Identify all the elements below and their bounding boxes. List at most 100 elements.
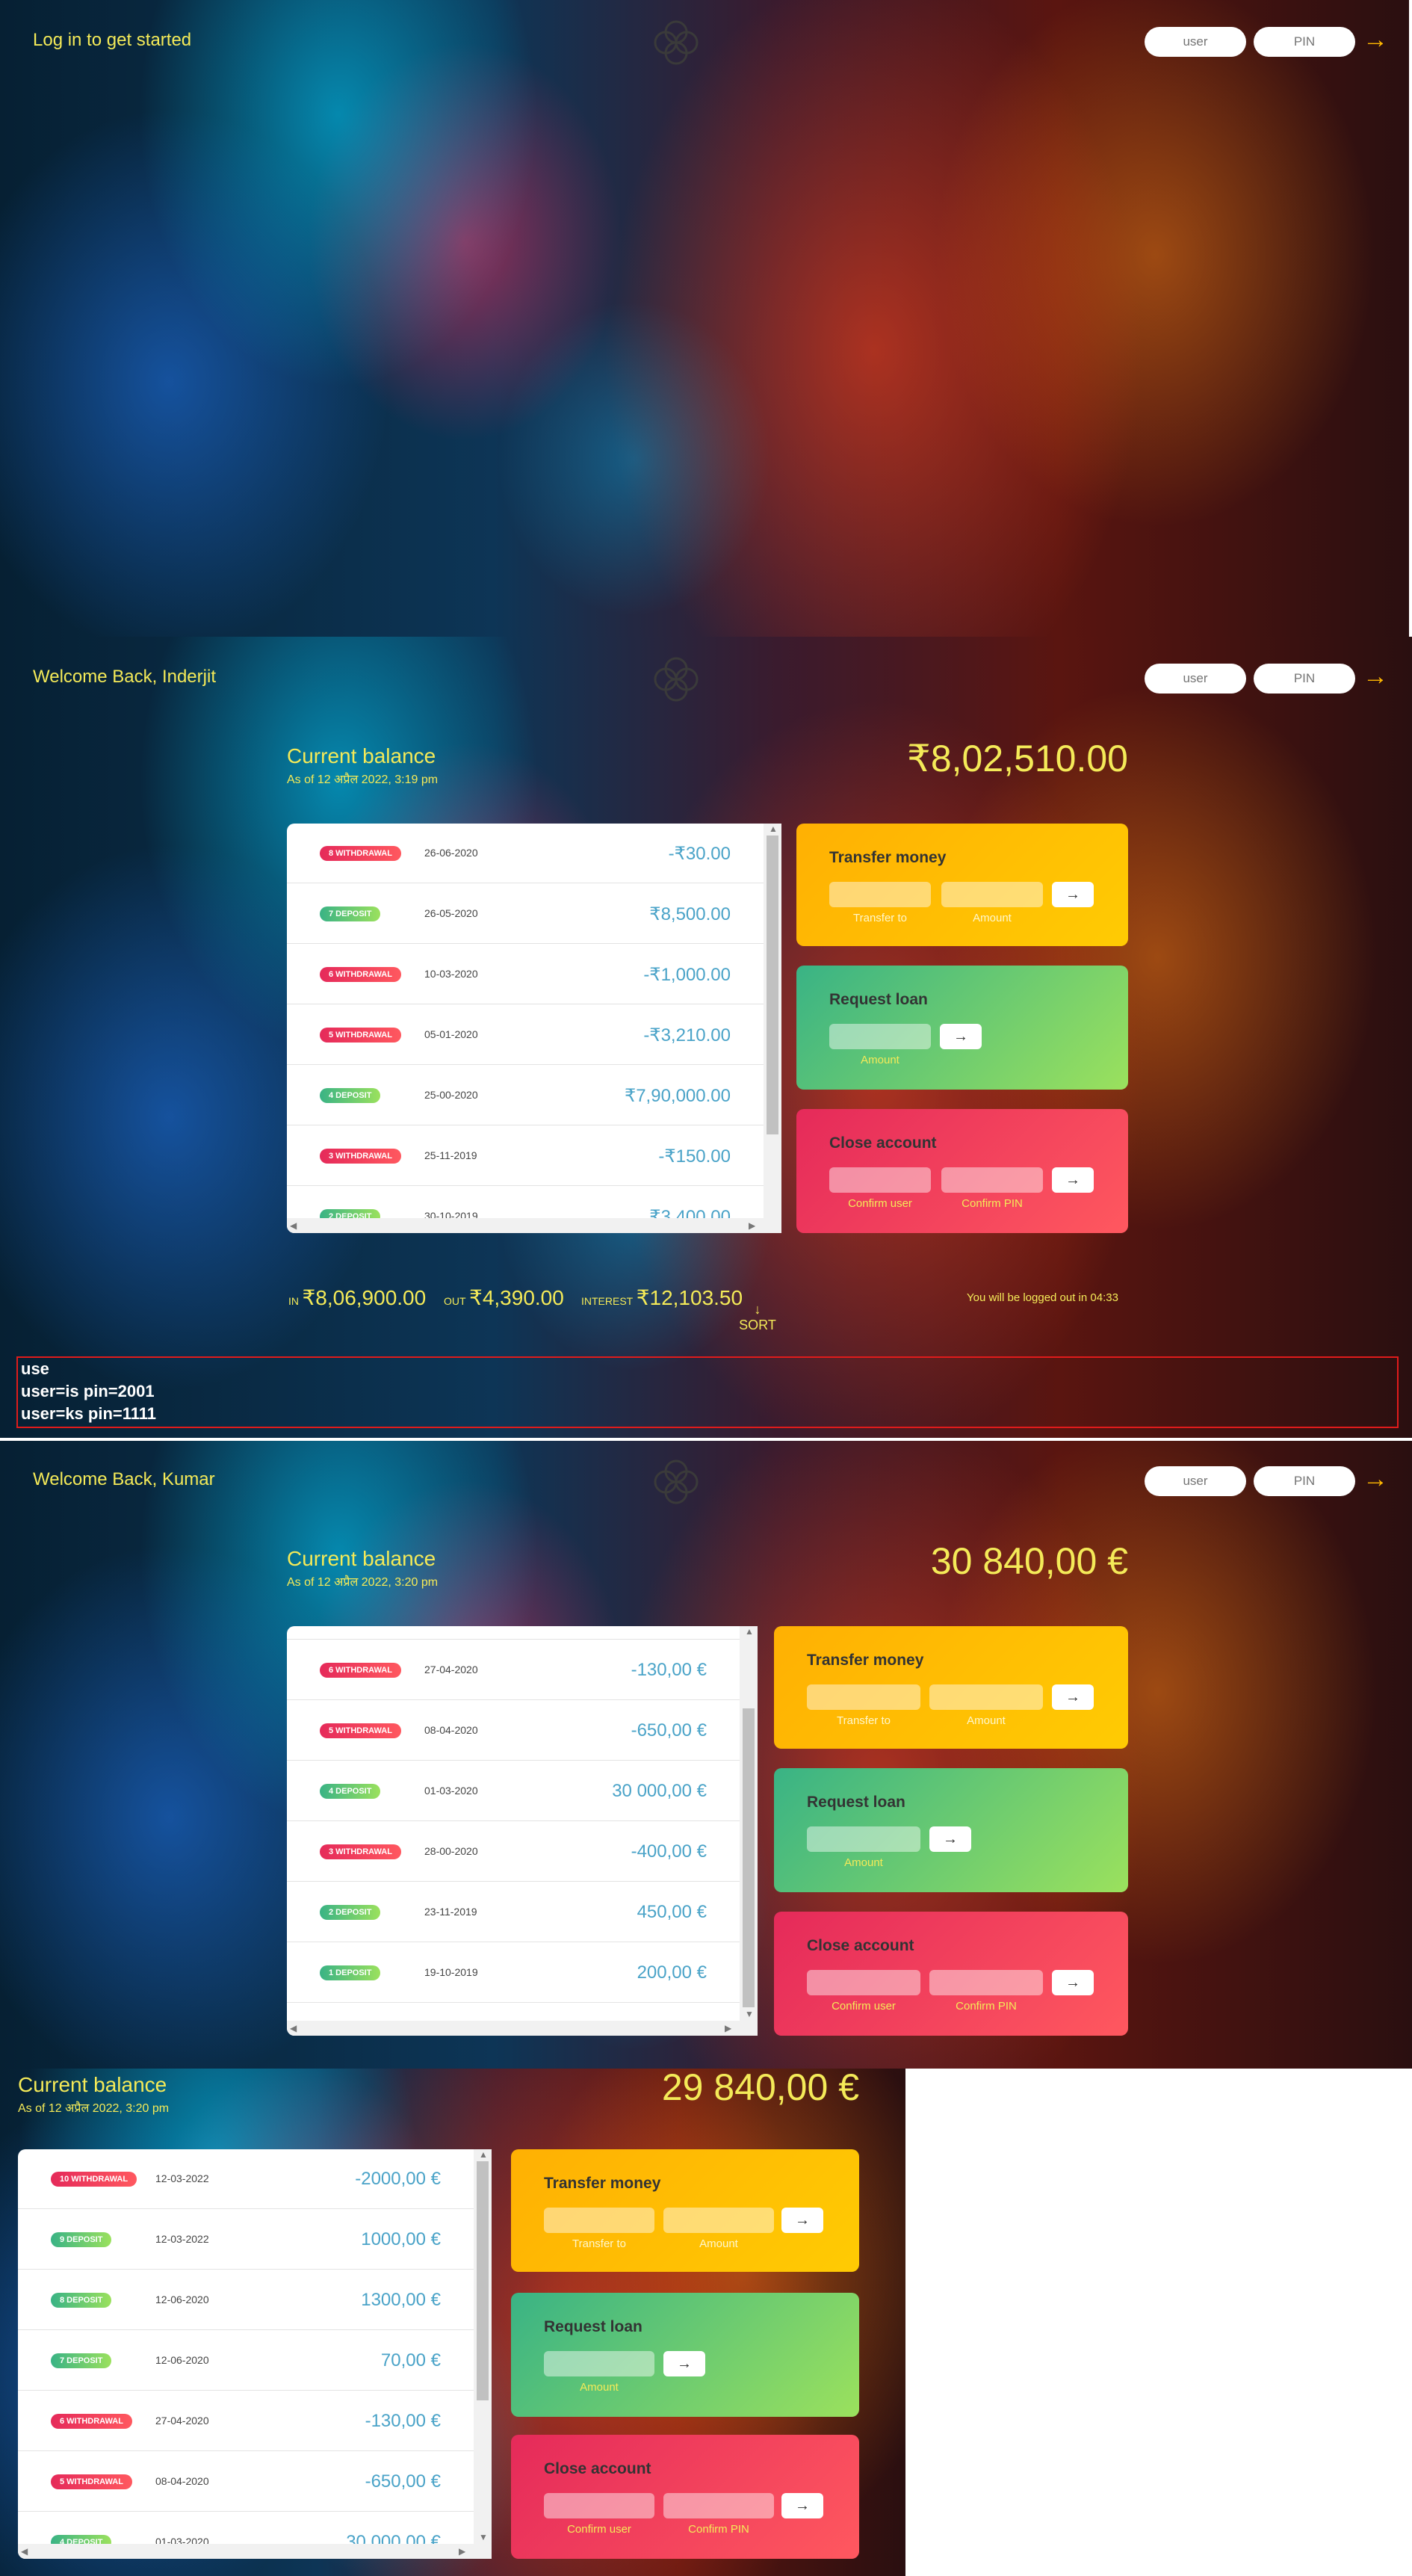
movement-row: 7 DEPOSIT12-06-202070,00 €: [287, 1626, 740, 1640]
scrollbar-thumb[interactable]: [743, 1708, 755, 2007]
movement-date: 25-00-2020: [424, 1089, 478, 1101]
scroll-down-icon[interactable]: ▼: [479, 2532, 488, 2542]
transfer-submit-button[interactable]: →: [1052, 882, 1094, 907]
vertical-scrollbar[interactable]: ▲: [764, 824, 781, 1218]
vertical-scrollbar[interactable]: ▲ ▼: [740, 1626, 758, 2021]
login-pin-input[interactable]: [1254, 664, 1355, 694]
scroll-up-icon[interactable]: ▲: [769, 824, 778, 834]
movement-row: 6 WITHDRAWAL 27-04-2020 -130,00 €: [287, 1640, 740, 1700]
transfer-to-input[interactable]: [829, 882, 931, 907]
close-pin-input[interactable]: [929, 1970, 1043, 1995]
scrollbar-thumb[interactable]: [767, 835, 778, 1134]
close-user-input[interactable]: [544, 2493, 654, 2518]
login-user-input[interactable]: [1145, 27, 1246, 57]
scroll-down-icon[interactable]: ▼: [745, 2009, 754, 2019]
movement-date: 10-03-2020: [424, 968, 478, 980]
balance-value: 29 840,00 €: [661, 2066, 859, 2108]
transfer-submit-button[interactable]: →: [781, 2208, 823, 2233]
movement-value: 30 000,00 €: [612, 1781, 707, 1801]
top-nav-screen-3: Welcome Back, Kumar →: [0, 1439, 1412, 1522]
movements-list[interactable]: 7 DEPOSIT12-06-202070,00 € 6 WITHDRAWAL 27…: [287, 1626, 758, 2036]
transfer-amount-input[interactable]: [663, 2208, 774, 2233]
movement-value: 1300,00 €: [361, 2290, 441, 2310]
close-user-input[interactable]: [807, 1970, 920, 1995]
loan-submit-button[interactable]: →: [940, 1024, 982, 1049]
scroll-up-icon[interactable]: ▲: [745, 1626, 754, 1637]
movement-row: 8 DEPOSIT 12-06-2020 1300,00 €: [18, 2270, 474, 2330]
loan-submit-button[interactable]: →: [929, 1826, 971, 1852]
login-user-input[interactable]: [1145, 1466, 1246, 1496]
login-pin-input[interactable]: [1254, 27, 1355, 57]
deposit-badge: 9 DEPOSIT: [51, 2232, 112, 2247]
transfer-money-panel: Transfer money → Transfer to Amount: [774, 1626, 1128, 1749]
close-account-panel: Close account → Confirm user Confirm PIN: [774, 1912, 1128, 2036]
scroll-left-icon[interactable]: ◀: [290, 2023, 297, 2033]
transfer-title: Transfer money: [829, 849, 947, 866]
note-line: user=ks pin=1111: [21, 1404, 157, 1423]
movement-value: -₹150.00: [658, 1146, 731, 1167]
close-user-input[interactable]: [829, 1167, 931, 1193]
horizontal-scrollbar[interactable]: ◀ ▶: [287, 2021, 758, 2036]
credentials-note: use user=is pin=2001 user=ks pin=1111: [16, 1356, 1399, 1428]
close-pin-input[interactable]: [663, 2493, 774, 2518]
login-arrow-button[interactable]: →: [1363, 1465, 1388, 1494]
scroll-up-icon[interactable]: ▲: [479, 2149, 488, 2160]
loan-amount-input[interactable]: [807, 1826, 920, 1852]
close-title: Close account: [807, 1937, 914, 1954]
horizontal-scrollbar[interactable]: ◀ ▶: [18, 2544, 492, 2559]
loan-title: Request loan: [807, 1794, 905, 1811]
close-user-label: Confirm user: [848, 1197, 912, 1210]
loan-amount-input[interactable]: [829, 1024, 931, 1049]
login-arrow-button[interactable]: →: [1363, 662, 1388, 691]
welcome-message: Welcome Back, Kumar: [33, 1469, 215, 1489]
transfer-to-input[interactable]: [544, 2208, 654, 2233]
withdrawal-badge: 10 WITHDRAWAL: [51, 2172, 137, 2187]
background-screen-1: [0, 0, 1409, 637]
login-pin-input[interactable]: [1254, 1466, 1355, 1496]
movements-list[interactable]: 10 WITHDRAWAL 12-03-2022 -2000,00 € 9 DEPOS…: [18, 2149, 492, 2559]
scroll-right-icon[interactable]: ▶: [459, 2546, 465, 2557]
balance-date: As of 12 अप्रैल 2022, 3:19 pm: [287, 773, 439, 786]
close-pin-label: Confirm PIN: [688, 2523, 749, 2536]
deposit-badge: 4 DEPOSIT: [320, 1088, 381, 1103]
movement-value: -400,00 €: [631, 1841, 707, 1862]
deposit-badge: 1 DEPOSIT: [320, 1965, 381, 1980]
summary-in: IN ₹8,06,900.00: [288, 1285, 426, 1310]
scroll-right-icon[interactable]: ▶: [725, 2023, 731, 2033]
movement-row: 5 WITHDRAWAL 05-01-2020 -₹3,210.00: [287, 1005, 764, 1065]
scroll-right-icon[interactable]: ▶: [749, 1220, 755, 1231]
vertical-scrollbar[interactable]: ▲ ▼: [474, 2149, 492, 2544]
scrollbar-thumb[interactable]: [477, 2161, 489, 2400]
close-submit-button[interactable]: →: [781, 2493, 823, 2518]
transfer-amount-input[interactable]: [929, 1684, 1043, 1710]
movement-date: 26-05-2020: [424, 907, 478, 919]
transfer-amount-label: Amount: [699, 2237, 738, 2250]
scroll-left-icon[interactable]: ◀: [290, 1220, 297, 1231]
movement-date: 27-04-2020: [155, 2415, 209, 2427]
login-arrow-button[interactable]: →: [1363, 25, 1388, 55]
top-nav-screen-1: Log in to get started →: [0, 0, 1412, 82]
movement-row: 8 WITHDRAWAL 26-06-2020 -₹30.00: [287, 824, 764, 883]
movement-date: 27-04-2020: [424, 1664, 478, 1675]
balance-label: Current balance: [287, 744, 436, 767]
close-submit-button[interactable]: →: [1052, 1167, 1094, 1193]
scroll-left-icon[interactable]: ◀: [21, 2546, 28, 2557]
transfer-to-label: Transfer to: [572, 2237, 626, 2250]
horizontal-scrollbar[interactable]: ◀ ▶: [287, 1218, 781, 1233]
movement-value: 1000,00 €: [361, 2229, 441, 2249]
summary-interest-label: INTEREST: [581, 1295, 634, 1307]
close-submit-button[interactable]: →: [1052, 1970, 1094, 1995]
loan-amount-input[interactable]: [544, 2351, 654, 2376]
sort-button[interactable]: ↓ SORT: [735, 1302, 780, 1333]
transfer-amount-input[interactable]: [941, 882, 1043, 907]
movements-list[interactable]: 8 WITHDRAWAL 26-06-2020 -₹30.00 7 DEPOSIT 26…: [287, 824, 781, 1233]
movement-row: 10 WITHDRAWAL 12-03-2022 -2000,00 €: [18, 2149, 474, 2209]
loan-submit-button[interactable]: →: [663, 2351, 705, 2376]
login-user-input[interactable]: [1145, 664, 1246, 694]
transfer-to-input[interactable]: [807, 1684, 920, 1710]
close-pin-input[interactable]: [941, 1167, 1043, 1193]
withdrawal-badge: 3 WITHDRAWAL: [320, 1149, 401, 1164]
top-nav-screen-2: Welcome Back, Inderjit →: [0, 637, 1412, 719]
close-user-label: Confirm user: [832, 2000, 896, 2013]
transfer-submit-button[interactable]: →: [1052, 1684, 1094, 1710]
